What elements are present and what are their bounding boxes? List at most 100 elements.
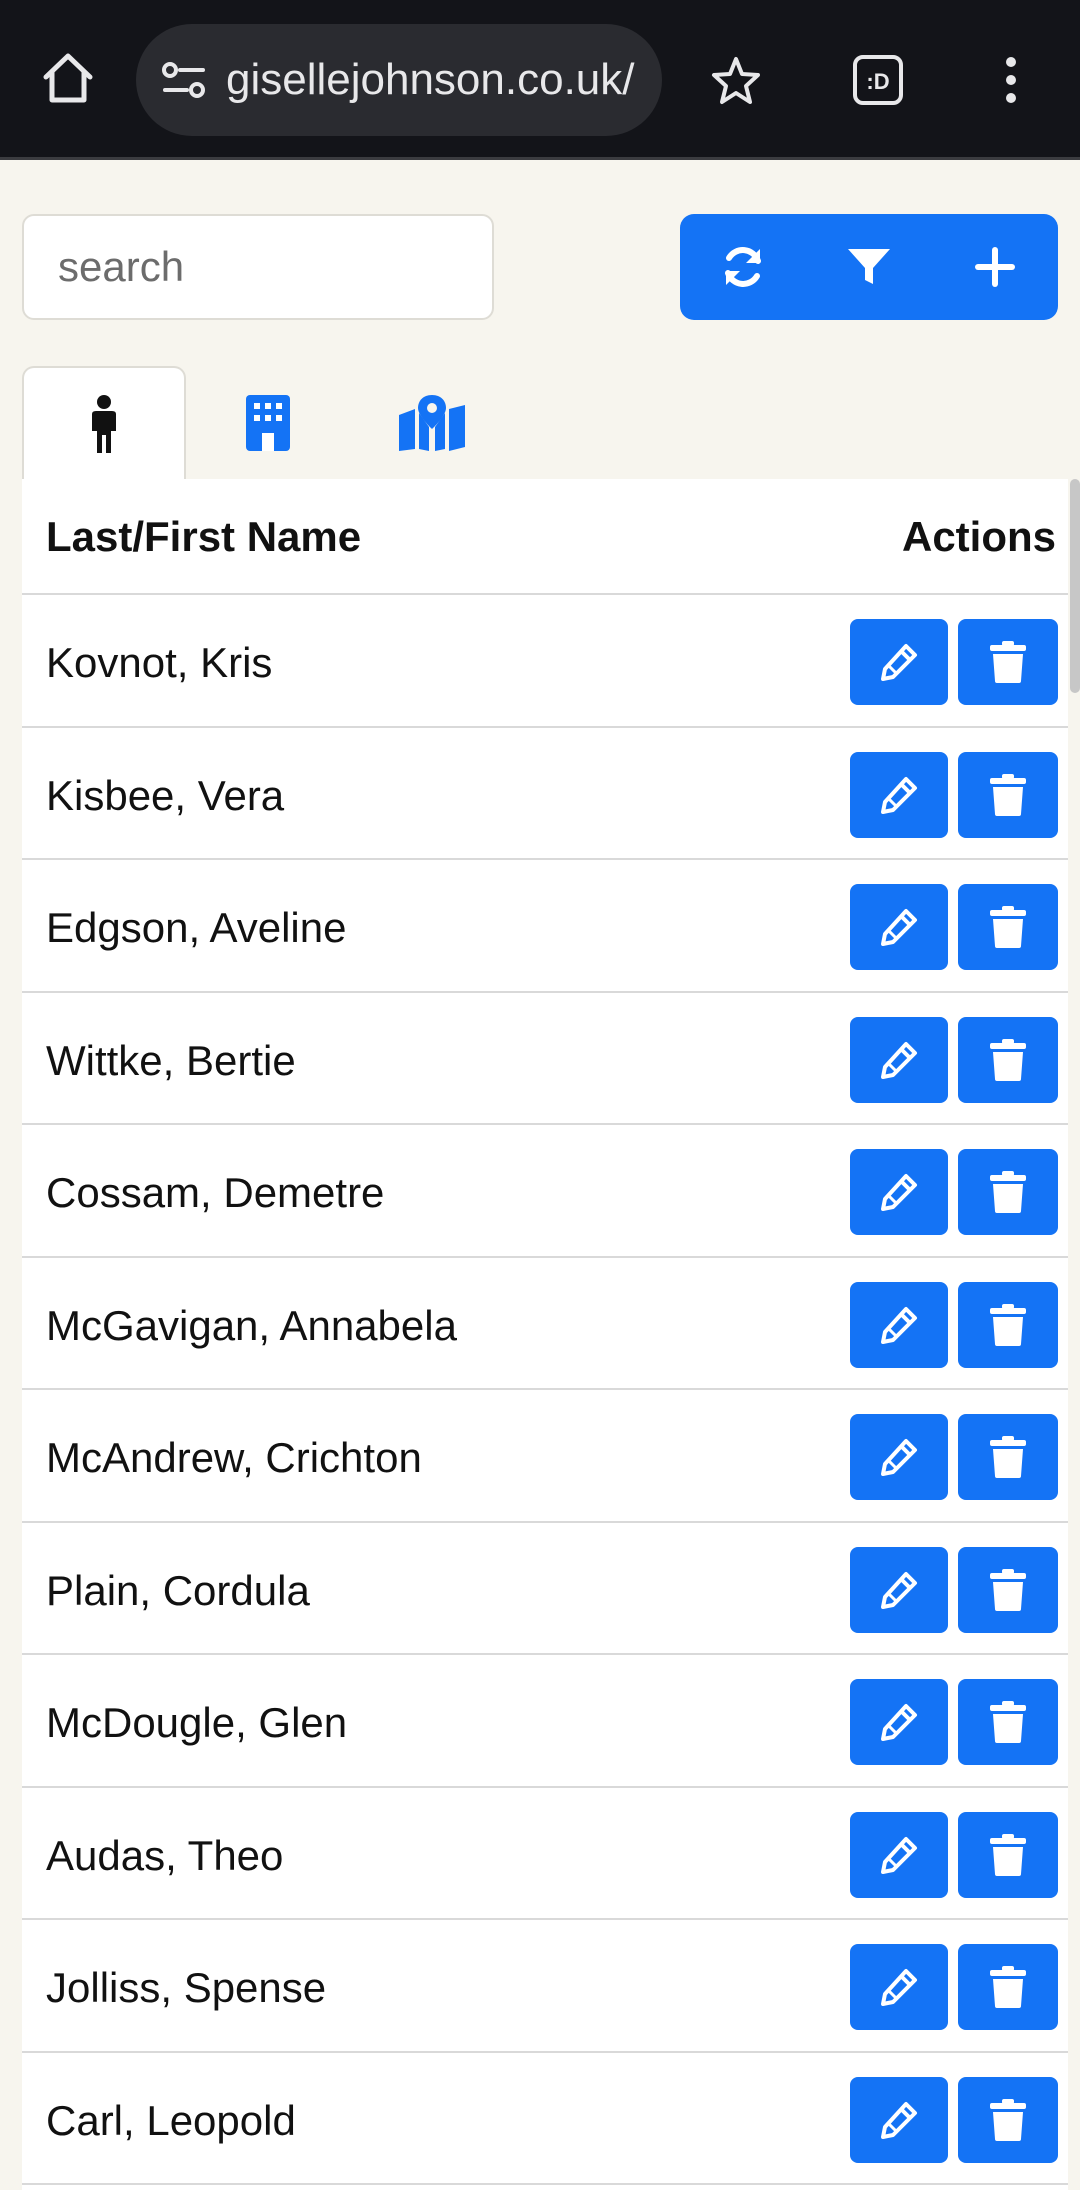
edit-button[interactable] [850,1811,948,1898]
person-name: McAndrew, Crichton [46,1434,422,1481]
tab-map[interactable] [350,366,514,480]
person-name: Carl, Leopold [46,2096,296,2144]
more-vert-icon [1006,57,1016,103]
pencil-icon [881,2101,917,2139]
delete-button[interactable] [958,1811,1058,1898]
trash-icon [990,1038,1026,1081]
person-name: Cossam, Demetre [46,1169,385,1216]
address-bar[interactable]: gisellejohnson.co.uk/ [136,24,662,136]
building-icon [246,395,290,451]
pencil-icon [881,1704,917,1741]
table-row: Wittke, Bertie [22,993,1068,1125]
pencil-icon [881,776,917,814]
scrollbar-thumb[interactable] [1070,479,1080,693]
pencil-icon [881,1041,917,1079]
edit-button[interactable] [850,1546,948,1633]
pencil-icon [881,644,917,681]
edit-button[interactable] [850,619,948,705]
pencil-icon [881,1571,917,1609]
edit-button[interactable] [850,1944,948,2030]
delete-button[interactable] [958,884,1058,970]
trash-icon [990,1436,1026,1478]
edit-button[interactable] [850,1149,948,1235]
person-name: Kovnot, Kris [46,639,273,686]
trash-icon [990,773,1026,816]
trash-icon [990,1701,1026,1743]
tab-bar [22,366,1058,482]
edit-button[interactable] [850,1016,948,1103]
refresh-button[interactable] [680,214,806,320]
toolbar-divider [0,157,1080,160]
url-text[interactable]: gisellejohnson.co.uk/ [226,56,646,104]
delete-button[interactable] [958,1944,1058,2030]
filter-button[interactable] [806,214,932,320]
delete-button[interactable] [958,619,1058,705]
person-name: Edgson, Aveline [46,904,347,951]
table-row: Cossam, Demetre [22,1125,1068,1258]
edit-button[interactable] [850,884,948,970]
person-name: Jolliss, Spense [46,1964,327,2011]
trash-icon [990,906,1026,948]
extension-button[interactable]: :D [848,50,908,110]
plus-icon [975,247,1015,287]
trash-icon [990,1568,1026,1611]
pencil-icon [881,1306,917,1344]
search-box [22,214,494,320]
person-name: Kisbee, Vera [46,771,285,819]
delete-button[interactable] [958,1546,1058,1633]
table-row: Carl, Leopold [22,2053,1068,2185]
bookmark-button[interactable] [706,50,766,110]
trash-icon [990,2098,1026,2141]
delete-button[interactable] [958,1016,1058,1103]
edit-button[interactable] [850,1281,948,1368]
more-menu-button[interactable] [986,50,1036,110]
tab-buildings[interactable] [186,366,350,480]
delete-button[interactable] [958,1679,1058,1765]
add-button[interactable] [932,214,1058,320]
trash-icon [990,1966,1026,2008]
delete-button[interactable] [958,751,1058,838]
table-row: McGavigan, Annabela [22,1258,1068,1390]
table-row: Jolliss, Spense [22,1920,1068,2053]
scrollbar-track[interactable] [1068,479,1080,2190]
filter-icon [848,249,890,284]
table-row: McDougle, Glen [22,1655,1068,1788]
people-table: Last/First Name Actions Kovnot, Kris Kis… [22,479,1068,2190]
person-name: McDougle, Glen [46,1699,348,1746]
site-settings-icon[interactable] [156,54,212,106]
browser-toolbar: gisellejohnson.co.uk/ :D [0,0,1080,160]
trash-icon [990,641,1026,683]
search-input[interactable] [24,216,492,318]
edit-button[interactable] [850,2076,948,2163]
trash-icon [990,1303,1026,1346]
map-icon [399,395,465,451]
delete-button[interactable] [958,1414,1058,1500]
table-row: Kisbee, Vera [22,728,1068,860]
home-button[interactable] [36,46,100,110]
delete-button[interactable] [958,1281,1058,1368]
edit-button[interactable] [850,1414,948,1500]
tab-people[interactable] [22,366,186,482]
table-row: Audas, Theo [22,1788,1068,1920]
table-row: Plain, Cordula [22,1523,1068,1655]
delete-button[interactable] [958,2076,1058,2163]
delete-button[interactable] [958,1149,1058,1235]
pencil-icon [881,1969,917,2006]
star-icon [712,57,760,104]
pencil-icon [881,1439,917,1476]
table-row: Kovnot, Kris [22,595,1068,728]
pencil-icon [881,1836,917,1874]
refresh-icon [725,247,761,287]
column-header-actions: Actions [901,513,1056,560]
extension-icon: :D [853,55,903,105]
person-name: Plain, Cordula [46,1566,310,1614]
edit-button[interactable] [850,751,948,838]
person-name: McGavigan, Annabela [46,1301,457,1349]
table-header: Last/First Name Actions [22,479,1068,595]
action-button-group [680,214,1058,320]
trash-icon [990,1171,1026,1213]
table-row: Edgson, Aveline [22,860,1068,993]
person-name: Wittke, Bertie [46,1036,296,1084]
pencil-icon [881,909,917,946]
edit-button[interactable] [850,1679,948,1765]
